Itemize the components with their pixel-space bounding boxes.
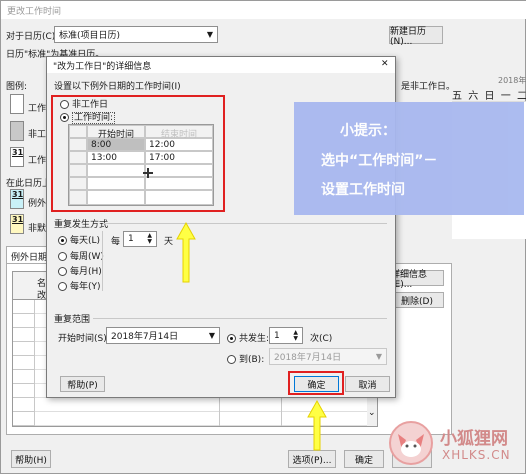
radio-end-by-label: 到(B):: [239, 355, 265, 365]
delete-button[interactable]: 删除(D): [390, 292, 444, 308]
range-start-value: 2018年7月14日: [111, 332, 179, 342]
scroll-down-icon[interactable]: ⌄: [368, 408, 376, 418]
annotation-red-box-ok: [288, 371, 344, 395]
chevron-down-icon: ▼: [208, 331, 215, 340]
chevron-down-icon: ▼: [375, 352, 382, 361]
annotation-arrow-up-icon: [176, 222, 196, 283]
outer-help-button[interactable]: 帮助(H): [11, 450, 51, 468]
legend-swatch-nondefault: 31: [10, 214, 24, 234]
legend-swatch-nonworking: [10, 121, 24, 141]
in-this-calendar-label: 在此日历上: [6, 179, 52, 189]
dialog-cancel-button[interactable]: 取消: [345, 376, 390, 392]
tip-box: 小提示： 选中“工作时间”－ 设置工作时间: [294, 102, 524, 215]
weekday: 五: [452, 91, 462, 102]
radio-end-by-dot[interactable]: [227, 355, 236, 364]
legend-label: 图例:: [6, 82, 28, 92]
annotation-red-box-working-time: [51, 95, 225, 212]
legend-swatch-working: [10, 94, 24, 114]
radio-daily-label: 每天(L): [70, 236, 101, 246]
occurrences-unit: 次(C): [310, 334, 333, 344]
details-button[interactable]: 详细信息(E)...: [390, 270, 444, 290]
window-title: 更改工作时间: [7, 7, 62, 17]
radio-yearly[interactable]: 每年(Y): [58, 279, 101, 292]
range-divider: [93, 318, 387, 319]
radio-weekly[interactable]: 每周(W): [58, 249, 104, 262]
recurrence-separator: [102, 231, 103, 291]
weekday: 六: [468, 91, 479, 102]
legend-day-number: 31: [12, 148, 24, 157]
close-icon[interactable]: ✕: [381, 59, 389, 69]
radio-monthly-dot[interactable]: [58, 267, 67, 276]
for-calendar-label: 对于日历(C):: [6, 32, 59, 42]
calendar-select-value: 标准(项目日历): [59, 31, 121, 41]
recurrence-label: 重复发生方式: [54, 220, 109, 230]
radio-weekly-dot[interactable]: [58, 252, 67, 261]
mini-calendar-weekday-row: 五 六 日 一 二: [452, 87, 526, 102]
watermark-text-cn: 小狐狸网: [440, 429, 508, 449]
calendar-select[interactable]: 标准(项目日历) ▼: [54, 26, 218, 43]
annotation-arrow-up-icon: [307, 400, 327, 451]
radio-monthly[interactable]: 每月(H): [58, 264, 102, 277]
tip-title: 小提示：: [340, 123, 396, 139]
tip-line-1: 选中“工作时间”－: [321, 153, 438, 169]
radio-occurrences[interactable]: 共发生:: [227, 331, 269, 344]
spinner-arrows-icon[interactable]: ▲ ▼: [147, 233, 152, 245]
tip-line-2: 设置工作时间: [321, 182, 405, 198]
radio-occurrences-dot[interactable]: [227, 334, 236, 343]
set-hours-label: 设置以下例外日期的工作时间(I): [54, 82, 181, 92]
legend-swatch-edited: 31: [10, 147, 24, 167]
right-status-text: 是非工作日。: [401, 82, 456, 92]
every-unit: 天: [164, 237, 174, 247]
occurrences-spinner[interactable]: 1 ▲ ▼: [269, 327, 303, 344]
end-by-date[interactable]: 2018年7月14日 ▼: [269, 348, 387, 365]
radio-daily-dot[interactable]: [58, 236, 67, 245]
legend-day-number-exception: 31: [12, 190, 24, 199]
radio-yearly-dot[interactable]: [58, 282, 67, 291]
every-days-spinner[interactable]: 1 ▲ ▼: [123, 231, 157, 247]
radio-daily[interactable]: 每天(L): [58, 233, 100, 246]
every-days-value: 1: [128, 234, 134, 244]
outer-ok-button[interactable]: 确定: [344, 450, 384, 468]
spinner-arrows-icon[interactable]: ▲ ▼: [293, 329, 298, 342]
radio-monthly-label: 每月(H): [70, 267, 102, 277]
watermark-text-en: XHLKS.CN: [442, 448, 511, 462]
dialog-title: "改为工作日"的详细信息: [53, 62, 152, 72]
legend-item-working: 工作: [28, 104, 47, 114]
radio-weekly-label: 每周(W): [70, 252, 104, 262]
legend-item-edited: 工作: [28, 156, 47, 166]
options-button[interactable]: 选项(P)...: [288, 450, 336, 468]
range-label: 重复范围: [54, 315, 91, 325]
legend-day-number-nondefault: 31: [12, 215, 24, 224]
radio-occurrences-label: 共发生:: [239, 334, 270, 344]
every-label: 每: [111, 237, 121, 247]
window-title-bar[interactable]: 更改工作时间: [1, 1, 526, 19]
watermark: 小狐狸网 XHLKS.CN: [384, 414, 524, 472]
new-calendar-button[interactable]: 新建日历(N)...: [389, 26, 443, 47]
chevron-down-icon: ▼: [206, 30, 213, 39]
range-start-date[interactable]: 2018年7月14日 ▼: [106, 327, 220, 344]
range-start-label: 开始时间(S):: [58, 334, 110, 344]
occurrences-value: 1: [274, 330, 280, 341]
fox-logo-icon: [389, 421, 433, 465]
dialog-help-button[interactable]: 帮助(P): [60, 376, 105, 392]
mini-calendar-header: 2018年7: [498, 76, 526, 85]
weekday: 一: [500, 91, 511, 102]
weekday: 二: [517, 91, 526, 102]
end-by-value: 2018年7月14日: [274, 353, 342, 363]
tab-exceptions-label: 例外日期: [11, 253, 48, 263]
dialog-title-bar[interactable]: "改为工作日"的详细信息 ✕: [47, 57, 395, 73]
radio-end-by[interactable]: 到(B):: [227, 352, 264, 365]
radio-yearly-label: 每年(Y): [70, 282, 101, 292]
recurrence-divider: [103, 223, 387, 224]
legend-swatch-exception: 31: [10, 189, 24, 209]
table-rownum-column: [13, 300, 35, 426]
weekday: 日: [484, 91, 495, 102]
